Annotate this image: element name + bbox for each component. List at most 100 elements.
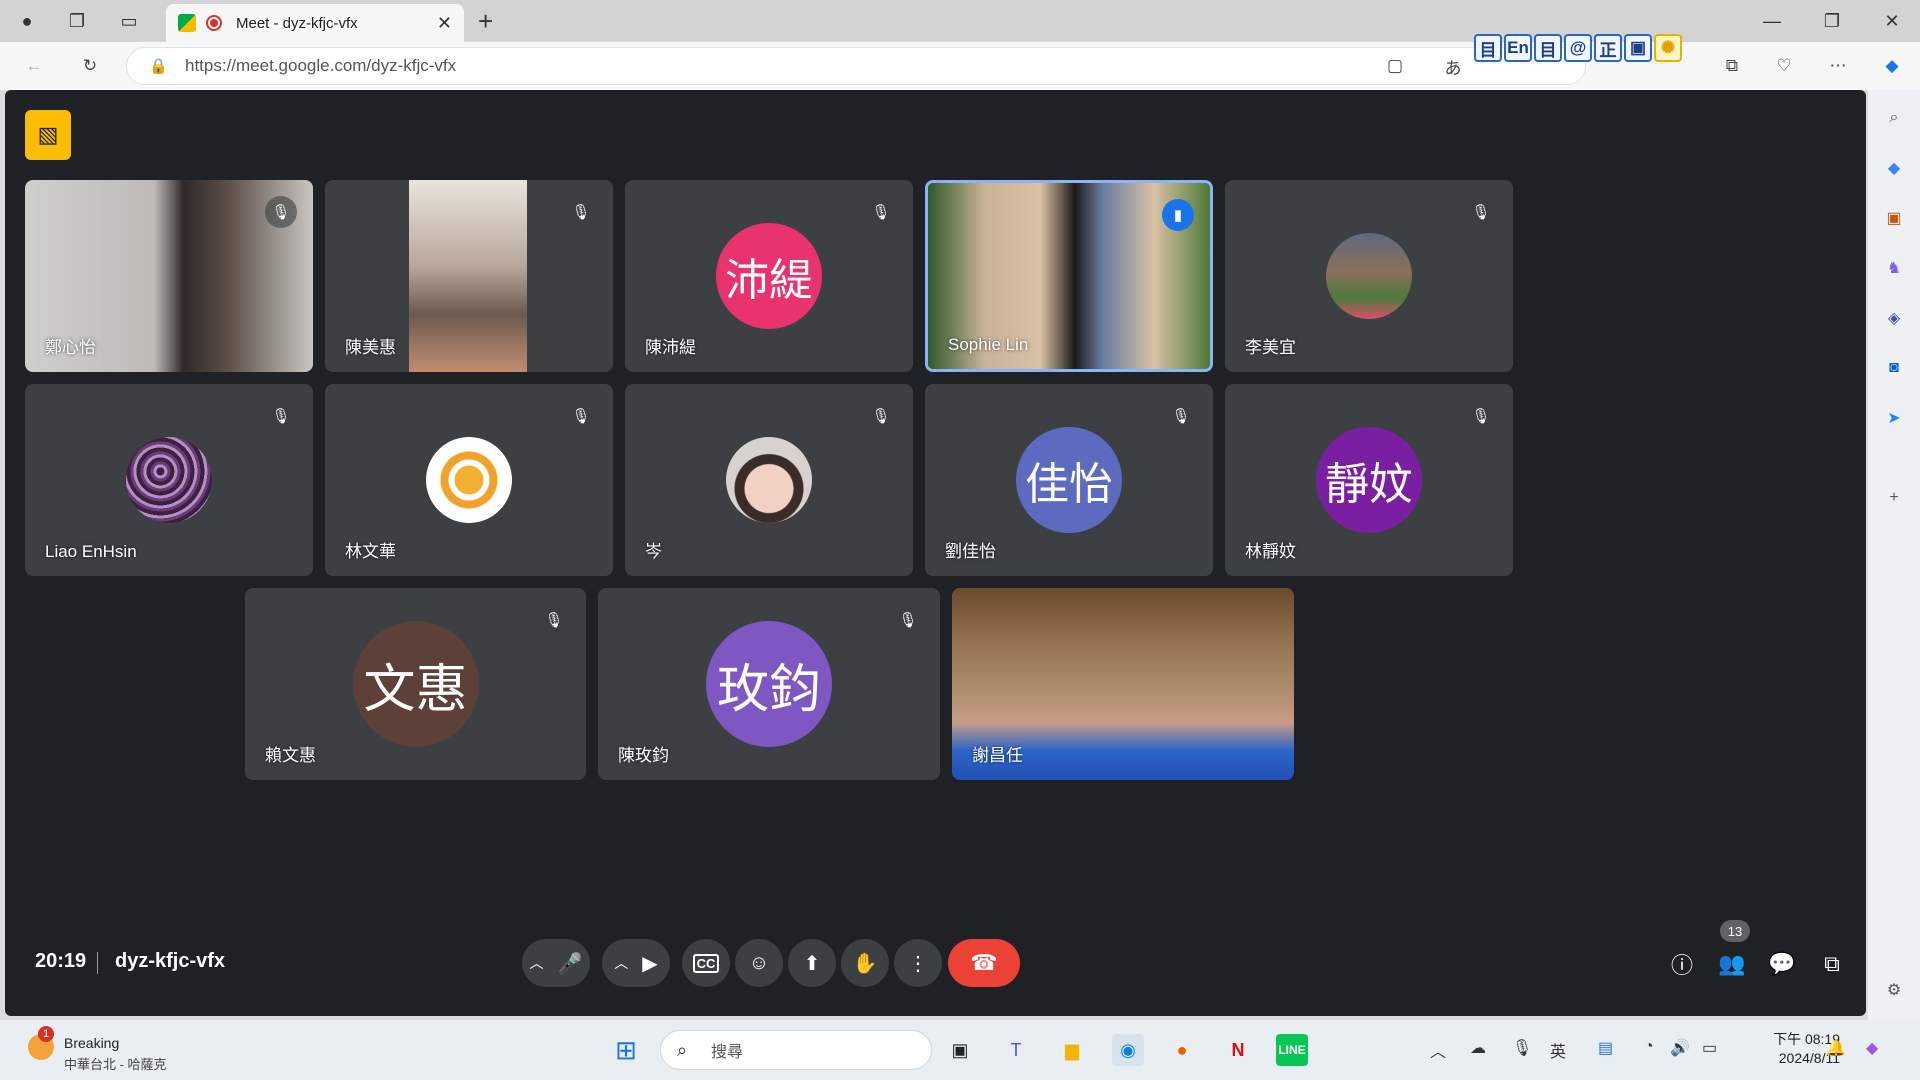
tile-video-speaking[interactable]: ▮ Sophie Lin [925,180,1213,372]
restore-icon[interactable]: ❐ [1812,8,1852,34]
tray-expand-icon[interactable]: ︿ [1430,1038,1446,1062]
more-options-button[interactable]: ⋮ [894,939,942,987]
onedrive-icon[interactable]: ☁ [1470,1038,1486,1058]
tile-video[interactable]: 🎙 陳美惠 [325,180,613,372]
tile-avatar[interactable]: 靜妏 🎙 林靜妏 [1225,384,1513,576]
search-icon[interactable]: ⌕ [1882,106,1906,130]
games-icon[interactable]: ♞ [1882,256,1906,280]
outlook-icon[interactable]: ◙ [1882,356,1906,380]
ime-table-icon[interactable]: 目 [1534,34,1562,62]
task-view-icon[interactable]: ▣ [944,1034,976,1066]
mic-off-icon: 🎙 [538,604,570,636]
camera-icon: ▶ [642,952,658,975]
raise-hand-button[interactable]: ✋ [841,939,889,987]
present-button[interactable]: ⬆ [788,939,836,987]
minimize-icon[interactable]: — [1752,8,1792,34]
copilot-icon[interactable]: ◆ [1880,54,1904,78]
edge-icon[interactable]: ◉ [1112,1034,1144,1066]
participant-name: 陳玫鈞 [618,746,669,765]
tile-video[interactable]: 謝昌任 [952,588,1294,780]
tab-meet[interactable]: Meet - dyz-kfjc-vfx ✕ [166,4,464,42]
tile-photo-avatar[interactable]: 🎙 林文華 [325,384,613,576]
url-field[interactable]: 🔒 https://meet.google.com/dyz-kfjc-vfx [126,47,1586,85]
tile-avatar[interactable]: 文惠 🎙 賴文惠 [245,588,586,780]
collections-icon[interactable]: ⧉ [1720,54,1744,78]
translate-icon[interactable]: あ [1441,54,1465,78]
file-explorer-icon[interactable]: ▆ [1056,1034,1088,1066]
netflix-icon[interactable]: N [1222,1034,1254,1066]
new-tab-button[interactable]: + [478,6,493,37]
activities-icon[interactable]: ⧉ [1812,944,1852,984]
tile-photo-avatar[interactable]: 🎙 李美宜 [1225,180,1513,372]
news-subtitle: 中華台北 - 哈薩克 [64,1057,167,1072]
tile-photo-avatar[interactable]: 🎙 岑 [625,384,913,576]
line-icon[interactable]: LINE [1276,1034,1308,1066]
profile-icon[interactable]: ● [14,8,40,34]
news-title: Breaking [64,1035,120,1051]
close-window-icon[interactable]: ✕ [1872,8,1912,34]
copilot-taskbar-icon[interactable]: ◆ [1866,1038,1878,1058]
participant-name: 賴文惠 [265,746,316,765]
workspaces-icon[interactable]: ❐ [64,8,90,34]
microsoft365-icon[interactable]: ◈ [1882,306,1906,330]
chevron-up-icon[interactable]: ︿ [530,953,544,973]
settings-gear-icon[interactable]: ⚙ [1882,978,1906,1002]
back-icon[interactable]: ← [22,54,46,78]
teams-icon[interactable]: T [1000,1034,1032,1066]
system-clock[interactable]: 下午 08:19 2024/8/11 [1740,1030,1840,1068]
ime-mode-icon[interactable]: 目 [1474,34,1502,62]
people-icon[interactable]: 👥 [1712,944,1752,984]
leave-call-button[interactable]: ☎ [948,939,1020,987]
send-icon[interactable]: ➤ [1882,406,1906,430]
notes-icon[interactable]: ▧ [25,110,71,160]
news-widget[interactable]: 1 Breaking 中華台北 - 哈薩克 [28,1026,228,1074]
ime-width-icon[interactable]: ▣ [1624,34,1652,62]
reactions-button[interactable]: ☺ [735,939,783,987]
search-placeholder: 搜尋 [711,1044,744,1061]
edge-sidebar: ⌕ ◆ ▣ ♞ ◈ ◙ ➤ + ⚙ [1868,90,1920,1020]
notification-badge: 1 [38,1026,54,1042]
participant-name: 陳沛緹 [645,338,696,357]
tile-photo-avatar[interactable]: 🎙 Liao EnHsin [25,384,313,576]
wifi-icon[interactable]: ◔ [1644,1038,1654,1056]
performance-icon[interactable]: ♡ [1772,54,1796,78]
ime-icon[interactable]: 英 [1550,1038,1566,1062]
more-icon[interactable]: ⋯ [1826,54,1850,78]
participant-name: 劉佳怡 [945,542,996,561]
tile-avatar[interactable]: 沛緹 🎙 陳沛緹 [625,180,913,372]
calendar-icon[interactable]: ▤ [1598,1038,1613,1058]
tile-avatar[interactable]: 佳怡 🎙 劉佳怡 [925,384,1213,576]
hand-icon: ✋ [852,952,878,975]
camera-permission-icon[interactable]: ▢ [1383,54,1407,78]
meeting-info-icon[interactable]: ⓘ [1662,944,1702,984]
notification-bell-icon[interactable]: 🔔 [1826,1038,1846,1058]
tools-icon[interactable]: ▣ [1882,206,1906,230]
mic-off-icon: 🎙 [892,604,924,636]
avatar: 靜妏 [1316,427,1422,533]
microphone-icon[interactable]: 🎙 [1512,1038,1532,1058]
meet-window: ▧ 🎙 鄭心怡 🎙 陳美惠 沛緹 🎙 陳沛緹 ▮ Sophie Lin 🎙 李美… [5,90,1866,1016]
shopping-tag-icon[interactable]: ◆ [1882,156,1906,180]
windows-start-icon[interactable]: ⊞ [610,1034,642,1066]
battery-icon[interactable]: ▭ [1702,1038,1717,1058]
captions-button[interactable]: CC [682,939,730,987]
ime-traditional-icon[interactable]: 正 [1594,34,1622,62]
avatar [126,437,212,523]
vertical-tabs-icon[interactable]: ▭ [116,8,142,34]
tab-close-icon[interactable]: ✕ [437,13,452,34]
mic-off-icon: 🎙 [565,196,597,228]
mic-button[interactable]: ︿ 🎤 [522,939,590,987]
ime-english-icon[interactable]: En [1504,34,1532,62]
tile-video[interactable]: 🎙 鄭心怡 [25,180,313,372]
chevron-up-icon[interactable]: ︿ [614,953,628,973]
taskbar-search[interactable]: ⌕ 搜尋 [660,1030,932,1070]
refresh-icon[interactable]: ↻ [78,54,102,78]
tile-avatar[interactable]: 玫鈞 🎙 陳玫鈞 [598,588,940,780]
ime-settings-icon[interactable]: ✺ [1654,34,1682,62]
firefox-icon[interactable]: ● [1166,1034,1198,1066]
chat-icon[interactable]: 💬 [1762,944,1802,984]
ime-symbol-icon[interactable]: @ [1564,34,1592,62]
add-icon[interactable]: + [1882,486,1906,510]
volume-icon[interactable]: 🔊 [1670,1038,1690,1058]
camera-button[interactable]: ︿ ▶ [602,939,670,987]
